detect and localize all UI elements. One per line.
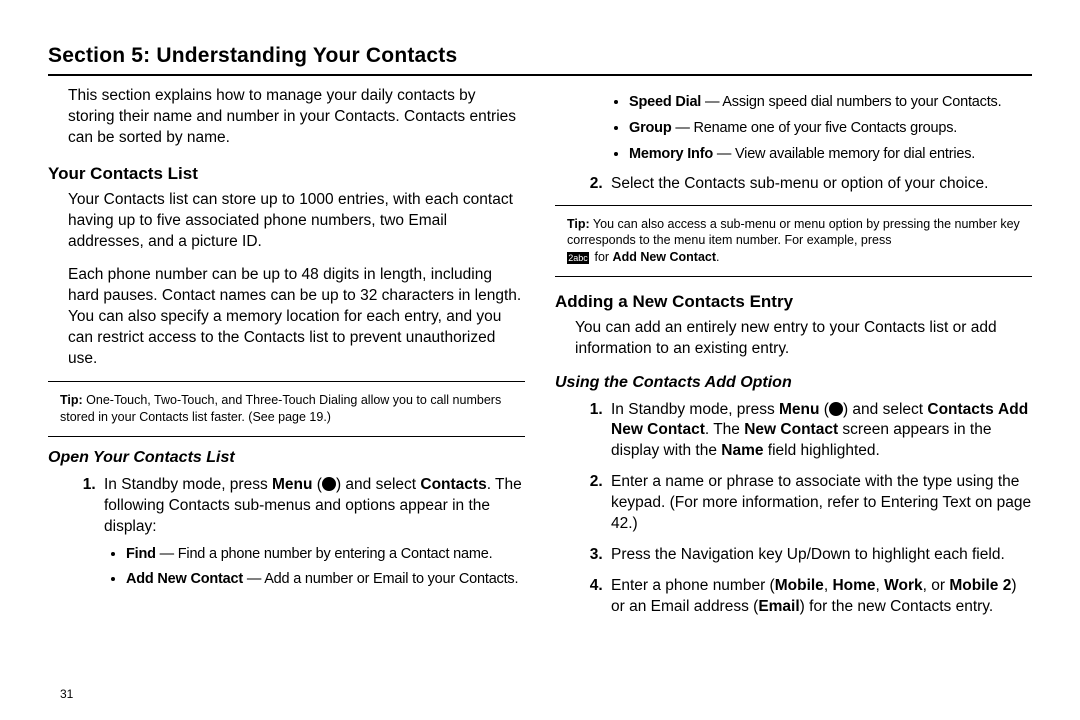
intro-text: This section explains how to manage your…: [68, 86, 523, 149]
txt: ) for the new Contacts entry.: [800, 598, 994, 615]
term: Group: [629, 120, 672, 136]
txt: ) and select: [843, 401, 927, 418]
page-number: 31: [60, 686, 73, 702]
tip-body-b: for: [591, 250, 613, 264]
tip-rule-bottom: [48, 436, 525, 437]
term: Add New Contact: [126, 571, 243, 587]
txt: , or: [923, 577, 950, 594]
add-step-3: Press the Navigation key Up/Down to high…: [607, 545, 1032, 566]
work-label: Work: [884, 577, 922, 594]
home-label: Home: [832, 577, 875, 594]
submenu-bullets-left: Find — Find a phone number by entering a…: [104, 544, 525, 592]
contacts-list-body: Your Contacts list can store up to 1000 …: [68, 190, 523, 369]
section-title: Section 5: Understanding Your Contacts: [48, 42, 1032, 70]
desc: — Find a phone number by entering a Cont…: [156, 546, 493, 562]
tip-label: Tip:: [60, 393, 83, 407]
heading-open-contacts: Open Your Contacts List: [48, 447, 525, 469]
desc: — Assign speed dial numbers to your Cont…: [701, 94, 1001, 110]
mobile2-label: Mobile 2: [949, 577, 1011, 594]
adding-body: You can add an entirely new entry to you…: [575, 318, 1030, 360]
tip-rule-top: [48, 381, 525, 382]
menu-key-icon: [322, 477, 336, 491]
txt: (: [819, 401, 828, 418]
add-step-2: Enter a name or phrase to associate with…: [607, 472, 1032, 535]
open-contacts-steps-cont: Select the Contacts sub-menu or option o…: [579, 174, 1032, 195]
adding-p: You can add an entirely new entry to you…: [575, 318, 1030, 360]
two-column-layout: This section explains how to manage your…: [48, 86, 1032, 627]
intro-paragraph: This section explains how to manage your…: [68, 86, 523, 149]
manual-page: Section 5: Understanding Your Contacts T…: [0, 0, 1080, 720]
contacts-list-p2: Each phone number can be up to 48 digits…: [68, 265, 523, 370]
tip2-rule-bottom: [555, 276, 1032, 277]
desc: — View available memory for dial entries…: [713, 146, 975, 162]
menu-label: Menu: [272, 476, 312, 493]
add-option-steps: In Standby mode, press Menu ( ) and selec…: [579, 400, 1032, 618]
bullet-group: Group — Rename one of your five Contacts…: [629, 118, 1032, 140]
contacts-label: Contacts: [420, 476, 486, 493]
menu-key-icon: [829, 402, 843, 416]
txt: ) and select: [336, 476, 420, 493]
tip-dialing: Tip: One-Touch, Two-Touch, and Three-Tou…: [58, 388, 525, 430]
heading-adding-entry: Adding a New Contacts Entry: [555, 291, 1032, 314]
add-step-1: In Standby mode, press Menu ( ) and selec…: [607, 400, 1032, 463]
txt: (: [312, 476, 321, 493]
open-step-1: In Standby mode, press Menu ( ) and selec…: [100, 475, 525, 591]
key-2abc-icon: 2abc: [567, 252, 589, 264]
term: Memory Info: [629, 146, 713, 162]
txt: In Standby mode, press: [611, 401, 779, 418]
section-rule: [48, 74, 1032, 76]
tip-number-key: Tip: You can also access a sub-menu or m…: [565, 212, 1032, 271]
bullet-memory-info: Memory Info — View available memory for …: [629, 144, 1032, 166]
tip2-rule-top: [555, 205, 1032, 206]
tip-label: Tip:: [567, 217, 590, 231]
term: Find: [126, 546, 156, 562]
desc: — Add a number or Email to your Contacts…: [243, 571, 518, 587]
txt: In Standby mode, press: [104, 476, 272, 493]
mobile-label: Mobile: [775, 577, 824, 594]
name-field-label: Name: [721, 442, 763, 459]
txt: Enter a phone number (: [611, 577, 775, 594]
bullet-add-new-contact: Add New Contact — Add a number or Email …: [126, 569, 525, 591]
add-step-4: Enter a phone number (Mobile, Home, Work…: [607, 576, 1032, 618]
heading-using-add-option: Using the Contacts Add Option: [555, 372, 1032, 394]
open-step-2: Select the Contacts sub-menu or option o…: [607, 174, 1032, 195]
txt: field highlighted.: [764, 442, 880, 459]
txt: . The: [705, 421, 744, 438]
open-contacts-steps: In Standby mode, press Menu ( ) and selec…: [72, 475, 525, 591]
menu-label: Menu: [779, 401, 819, 418]
right-column: Speed Dial — Assign speed dial numbers t…: [555, 86, 1032, 627]
tip-bold: Add New Contact: [613, 250, 716, 264]
entering-text-ref: Entering Text: [881, 494, 971, 511]
desc: — Rename one of your five Contacts group…: [672, 120, 958, 136]
submenu-bullets-right: Speed Dial — Assign speed dial numbers t…: [607, 92, 1032, 165]
email-label: Email: [758, 598, 799, 615]
new-contact-label: New Contact: [744, 421, 838, 438]
bullet-speed-dial: Speed Dial — Assign speed dial numbers t…: [629, 92, 1032, 114]
contacts-label: Contacts: [927, 401, 993, 418]
tip-body-a: You can also access a sub-menu or menu o…: [567, 217, 1020, 248]
tip-body: One-Touch, Two-Touch, and Three-Touch Di…: [60, 393, 501, 424]
txt: ,: [876, 577, 885, 594]
tip-body-c: .: [716, 250, 719, 264]
bullet-find: Find — Find a phone number by entering a…: [126, 544, 525, 566]
contacts-list-p1: Your Contacts list can store up to 1000 …: [68, 190, 523, 253]
heading-your-contacts-list: Your Contacts List: [48, 163, 525, 186]
term: Speed Dial: [629, 94, 701, 110]
left-column: This section explains how to manage your…: [48, 86, 525, 627]
